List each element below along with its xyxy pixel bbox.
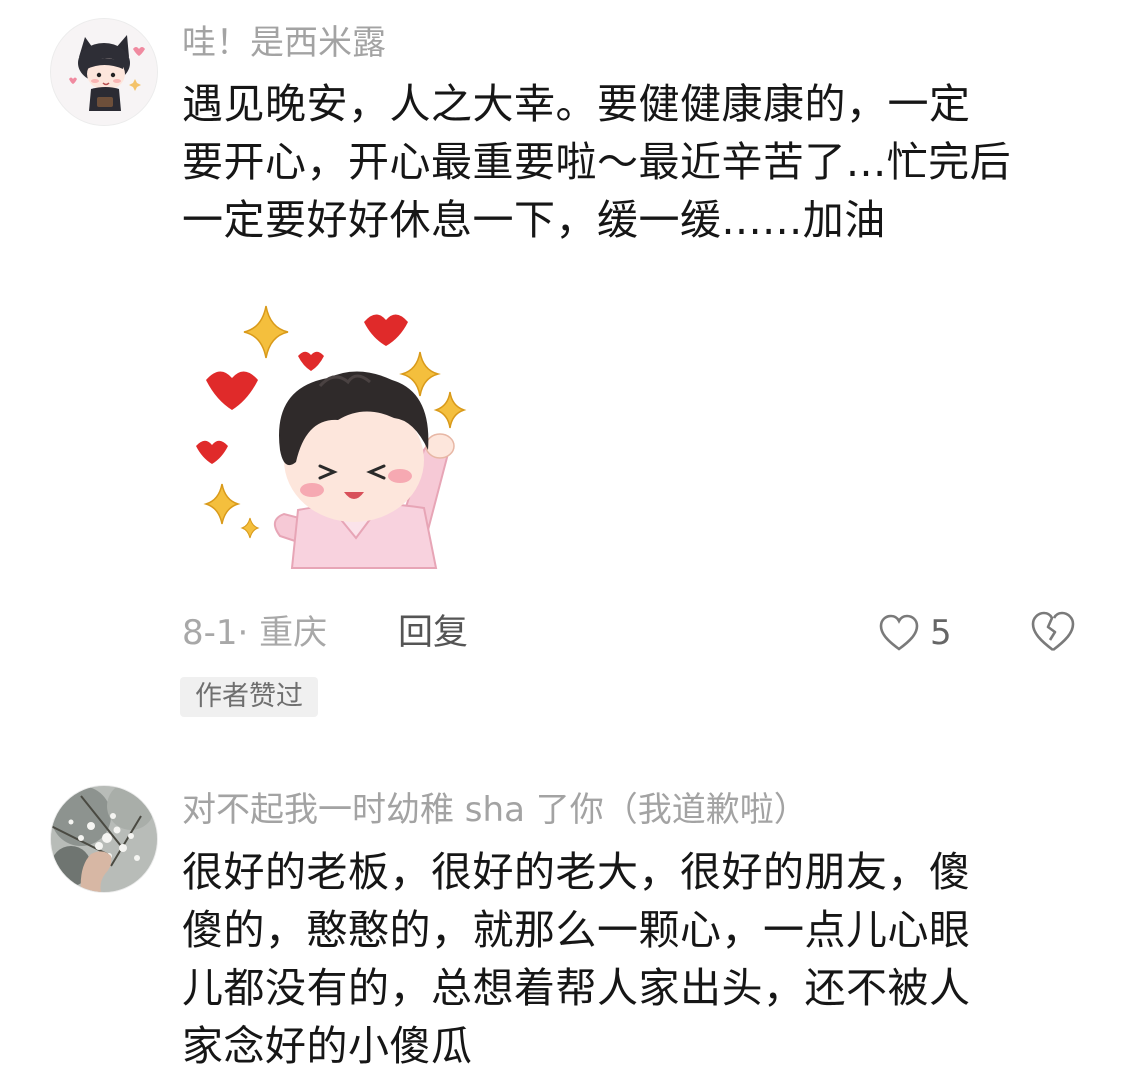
sparkle-icon [243,305,289,359]
comment-username[interactable]: 对不起我一时幼稚 sha 了你（我道歉啦） [182,788,808,832]
comment-text: 很好的老板，很好的老大，很好的朋友，傻 傻的，憨憨的，就那么一颗心，一点儿心眼 … [182,843,1082,1075]
cheering-boy-sticker-icon [196,305,467,569]
reply-button[interactable]: 回复 [398,608,468,658]
author-liked-badge: 作者赞过 [180,677,318,717]
comment-text-line: 傻的，憨憨的，就那么一颗心，一点儿心眼 [182,906,971,954]
user-avatar[interactable] [50,785,158,893]
heart-icon [206,371,258,410]
comment-date-location: 8-1· 重庆 [182,613,328,653]
comment-username[interactable]: 哇！是西米露 [182,21,386,65]
comment-text-line: 很好的老板，很好的老大，很好的朋友，傻 [182,848,971,896]
sparkle-icon [433,391,467,429]
heart-icon [298,351,324,371]
blossom-photo-avatar-icon [51,786,157,892]
sparkle-icon [240,517,260,539]
broken-heart-icon [1031,611,1075,652]
user-avatar[interactable] [50,18,158,126]
dislike-button[interactable] [1030,610,1076,656]
comment-text-line: 家念好的小傻瓜 [182,1022,473,1070]
comment-text: 遇见晚安，人之大幸。要健健康康的，一定 要开心，开心最重要啦～最近辛苦了...忙… [182,75,1082,249]
like-button[interactable]: 5 [878,610,952,656]
comment-text-line: 一定要好好休息一下，缓一缓......加油 [182,196,886,244]
like-count: 5 [930,613,952,653]
heart-outline-icon [879,614,919,651]
comment-text-line: 要开心，开心最重要啦～最近辛苦了...忙完后 [182,138,1012,186]
heart-icon [364,314,408,346]
cartoon-avatar-icon [51,19,157,125]
comment-sticker[interactable] [188,300,478,580]
comment-text-line: 儿都没有的，总想着帮人家出头，还不被人 [182,964,971,1012]
heart-icon [196,440,228,464]
sparkle-icon [203,483,241,525]
comment-text-line: 遇见晚安，人之大幸。要健健康康的，一定 [182,80,971,128]
